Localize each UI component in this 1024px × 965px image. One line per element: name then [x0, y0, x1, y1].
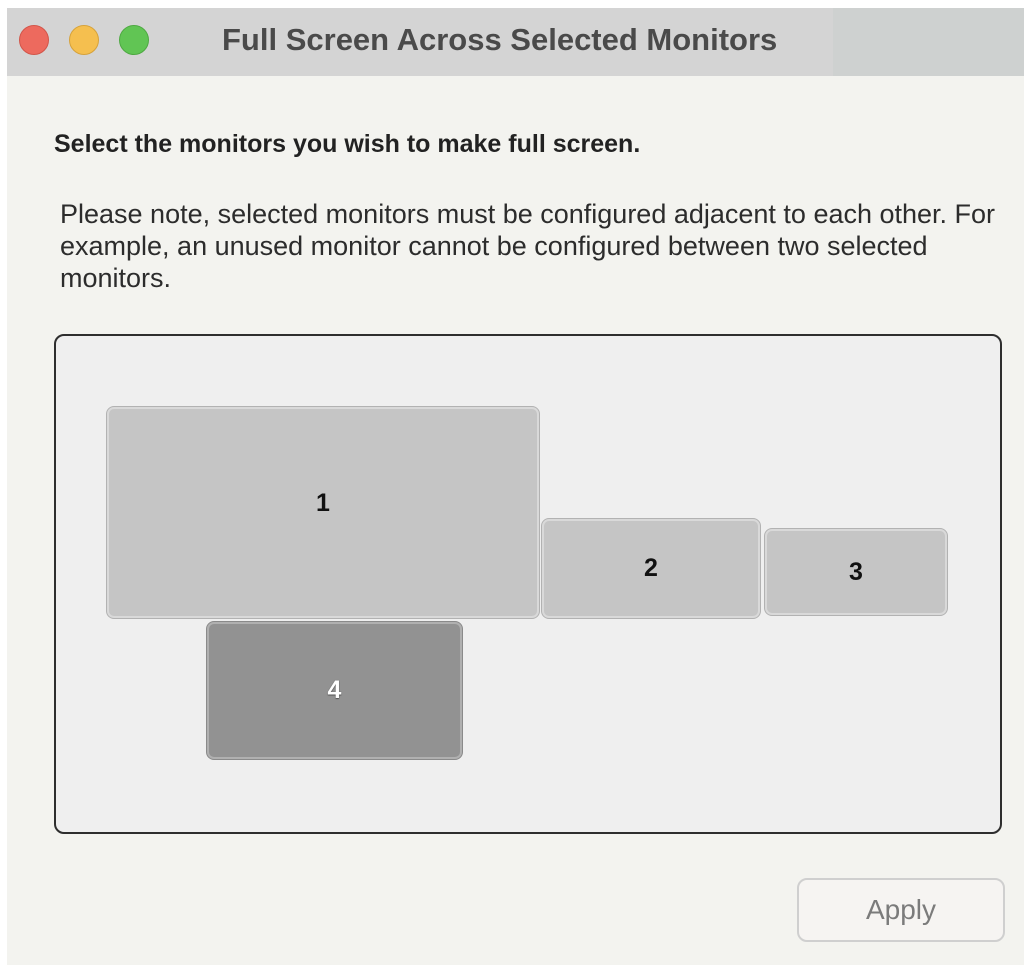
instruction-heading: Select the monitors you wish to make ful…: [54, 130, 641, 158]
zoom-window-button[interactable]: [119, 25, 149, 55]
monitor-3-label: 3: [849, 557, 863, 586]
monitor-3[interactable]: 3: [765, 529, 947, 615]
monitor-arrangement-panel: 1 2 3 4: [54, 334, 1002, 834]
title-bar-extension: [833, 8, 1024, 76]
monitor-2-label: 2: [644, 554, 658, 582]
adjacency-note: Please note, selected monitors must be c…: [60, 199, 996, 293]
monitor-2[interactable]: 2: [542, 519, 760, 618]
window-title: Full Screen Across Selected Monitors: [222, 22, 778, 57]
apply-button[interactable]: Apply: [797, 878, 1005, 942]
monitor-4-label: 4: [327, 676, 342, 704]
monitor-1[interactable]: 1: [107, 407, 539, 618]
monitor-4[interactable]: 4: [207, 622, 462, 759]
dialog-window: Full Screen Across Selected Monitors Sel…: [7, 8, 1024, 965]
minimize-window-button[interactable]: [69, 25, 99, 55]
close-window-button[interactable]: [19, 25, 49, 55]
monitor-1-label: 1: [316, 489, 330, 517]
title-bar: Full Screen Across Selected Monitors: [7, 8, 1024, 76]
